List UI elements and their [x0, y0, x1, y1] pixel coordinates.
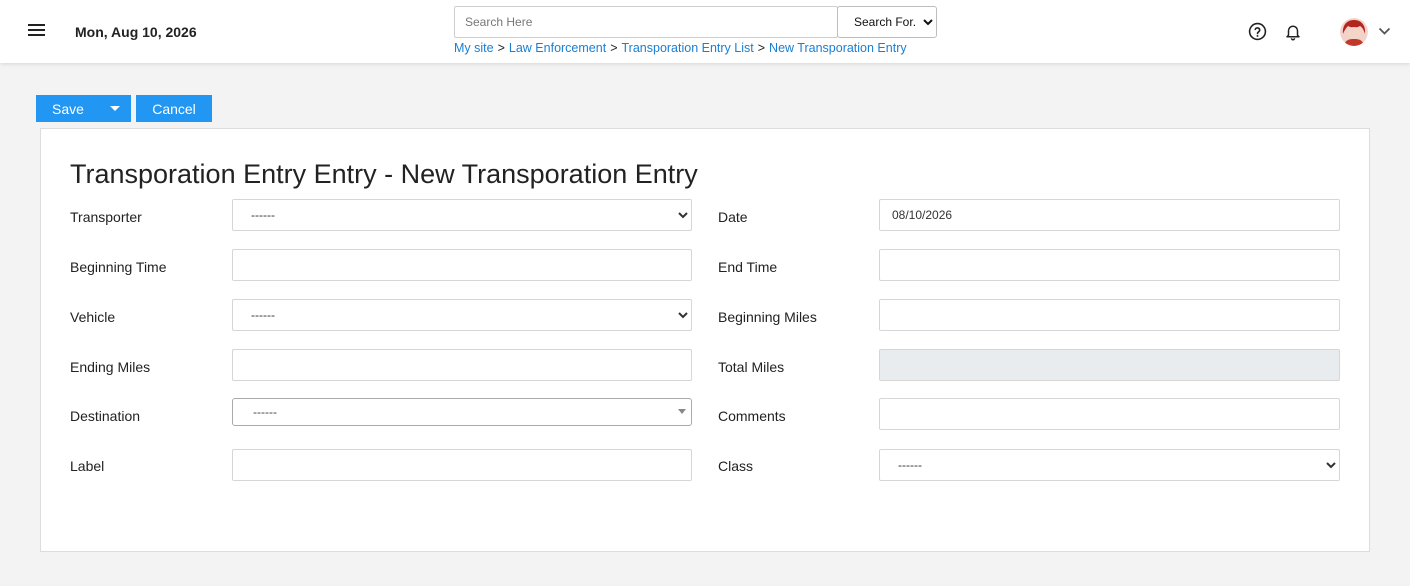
class-select[interactable]: ------	[879, 449, 1340, 481]
end-time-input[interactable]	[879, 249, 1340, 281]
cancel-button[interactable]: Cancel	[136, 95, 212, 122]
breadcrumb-separator: >	[497, 41, 505, 55]
current-date: Mon, Aug 10, 2026	[75, 24, 197, 40]
vehicle-label: Vehicle	[70, 309, 116, 325]
caret-down-icon	[110, 106, 120, 111]
breadcrumb-transporation-entry-list[interactable]: Transporation Entry List	[622, 41, 754, 55]
breadcrumb-law-enforcement[interactable]: Law Enforcement	[509, 41, 606, 55]
date-input[interactable]	[879, 199, 1340, 231]
search-for-select[interactable]: Search For...	[837, 6, 937, 38]
comments-label: Comments	[718, 408, 786, 424]
beginning-miles-label: Beginning Miles	[718, 309, 817, 325]
ending-miles-input[interactable]	[232, 349, 692, 381]
class-label: Class	[718, 458, 754, 474]
label-input[interactable]	[232, 449, 692, 481]
comments-input[interactable]	[879, 398, 1340, 430]
total-miles-label: Total Miles	[718, 359, 785, 375]
end-time-label: End Time	[718, 259, 778, 275]
transporter-label: Transporter	[70, 209, 142, 225]
chevron-down-icon[interactable]	[1378, 27, 1391, 36]
beginning-miles-input[interactable]	[879, 299, 1340, 331]
vehicle-select[interactable]: ------	[232, 299, 692, 331]
page-title: Transporation Entry Entry - New Transpor…	[70, 159, 698, 189]
breadcrumb-new-transporation-entry[interactable]: New Transporation Entry	[769, 41, 907, 55]
destination-value: ------	[253, 405, 277, 419]
ending-miles-label: Ending Miles	[70, 359, 151, 375]
menu-icon[interactable]	[28, 24, 45, 38]
transporter-select[interactable]: ------	[232, 199, 692, 231]
help-icon[interactable]	[1248, 22, 1267, 41]
bell-icon[interactable]	[1284, 22, 1302, 41]
top-bar: Mon, Aug 10, 2026 Search For... My site>…	[0, 0, 1410, 63]
search-input[interactable]	[454, 6, 838, 38]
breadcrumb: My site > Law Enforcement > Transporation En…	[454, 41, 907, 55]
breadcrumb-my-site[interactable]: My site	[454, 41, 494, 55]
breadcrumb-separator: >	[610, 41, 618, 55]
date-label: Date	[718, 209, 748, 225]
breadcrumb-separator: >	[757, 41, 766, 55]
beginning-time-input[interactable]	[232, 249, 692, 281]
form-card: Transporation Entry Entry - New Transpor…	[40, 128, 1370, 552]
destination-combobox[interactable]: ------	[232, 398, 692, 426]
total-miles-input	[879, 349, 1340, 381]
destination-label: Destination	[70, 408, 141, 424]
save-dropdown-button[interactable]	[100, 95, 131, 122]
beginning-time-label: Beginning Time	[70, 259, 167, 275]
save-button[interactable]: Save	[36, 95, 100, 122]
avatar[interactable]	[1340, 18, 1368, 46]
dropdown-arrow-icon	[678, 409, 686, 414]
label-label: Label	[70, 458, 105, 474]
